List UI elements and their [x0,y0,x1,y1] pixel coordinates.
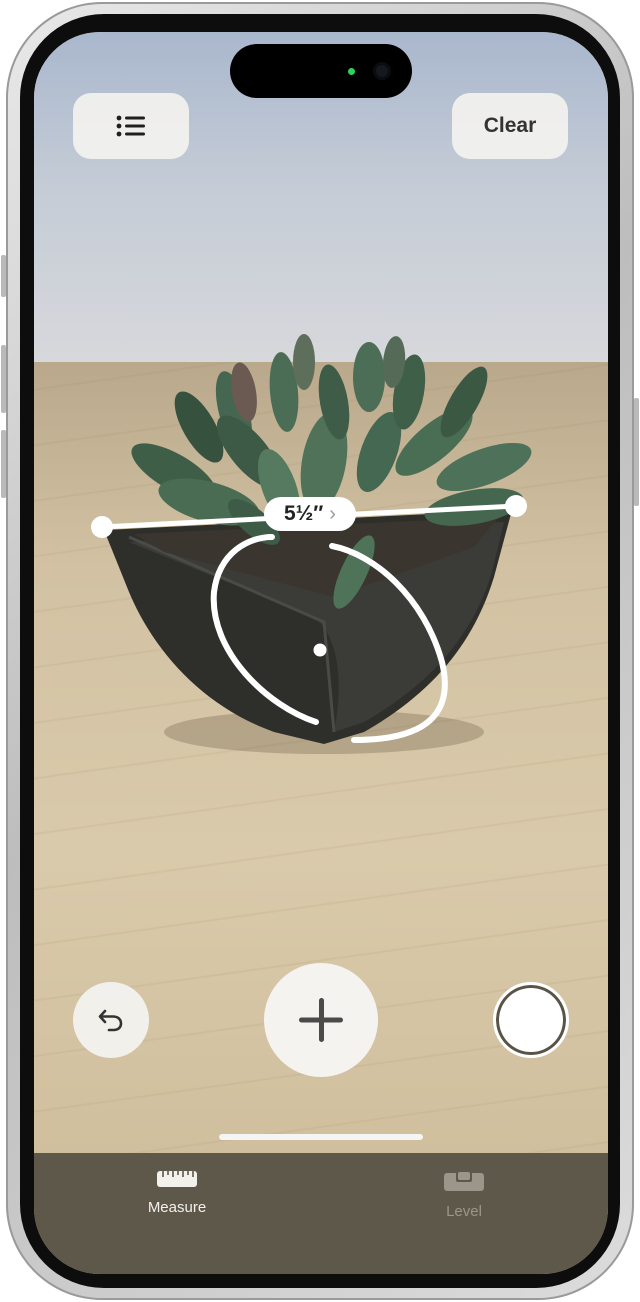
measurement-end-point[interactable] [505,495,527,517]
undo-icon [98,1009,123,1032]
camera-indicator-icon [348,68,355,75]
home-indicator[interactable] [219,1134,423,1140]
undo-button[interactable] [73,982,149,1058]
capture-button[interactable] [493,982,569,1058]
shutter-icon [502,991,560,1049]
add-point-button[interactable] [264,963,378,1077]
dynamic-island [230,44,412,98]
camera-screen: Clear 5½″ › Measure Level [34,32,608,1274]
level-icon [444,1170,484,1191]
tab-measure-label: Measure [147,1199,207,1216]
measurement-value-pill[interactable]: 5½″ › [264,497,356,531]
tab-level[interactable]: Level [394,1169,534,1220]
reticle-center-dot [313,643,327,657]
tab-measure[interactable]: Measure [107,1169,247,1216]
measurements-list-button[interactable] [73,93,189,159]
silent-switch [1,255,6,297]
volume-up-button [1,345,6,413]
front-camera-icon [373,62,391,80]
tab-bar: Measure Level [34,1153,608,1274]
chevron-right-icon: › [329,502,336,525]
ruler-icon [157,1171,197,1187]
measurement-start-point[interactable] [91,516,113,538]
ar-scene [91,334,532,754]
power-button [634,398,639,506]
plus-icon [299,998,343,1042]
measurement-value: 5½″ [284,502,324,525]
clear-button[interactable]: Clear [452,93,568,159]
tab-level-label: Level [446,1203,482,1220]
clear-button-label: Clear [483,114,537,137]
list-icon [116,115,145,137]
volume-down-button [1,430,6,498]
